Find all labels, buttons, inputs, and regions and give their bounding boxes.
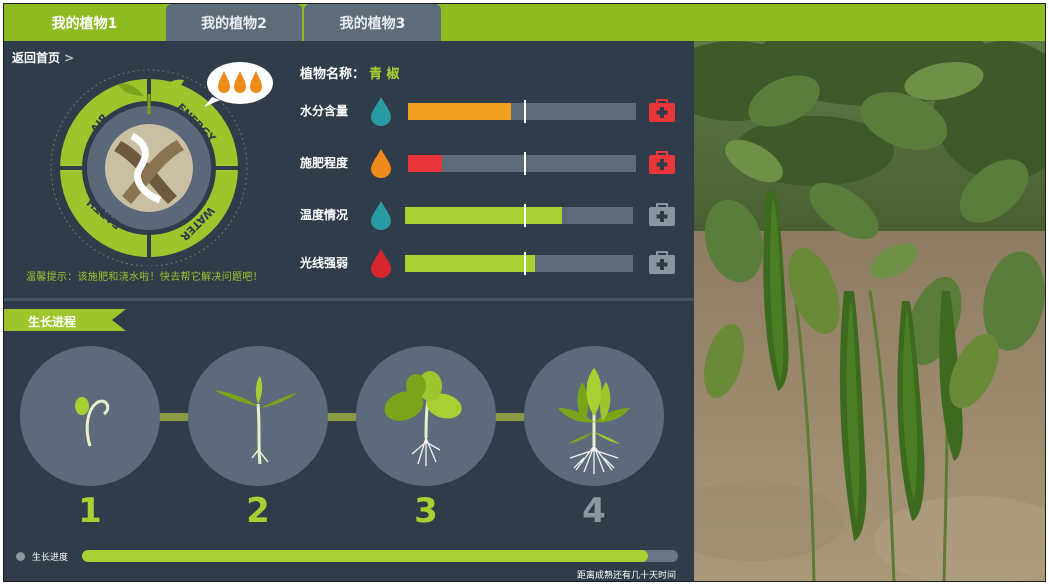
metric-row-fertilizer: 施肥程度 [300, 148, 680, 178]
growth-stage-1 [20, 346, 160, 486]
temperature-drop-icon [371, 201, 391, 230]
metric-bar-fill [408, 103, 511, 120]
metric-bar-fill [408, 155, 443, 172]
metric-label: 施肥程度 [300, 156, 349, 170]
stage-number-3: 3 [414, 491, 438, 531]
fertilizer-drop-icon [371, 149, 391, 178]
metric-bar-fill [405, 207, 563, 224]
tab-plant-1[interactable]: 我的植物1 [4, 4, 165, 41]
metric-threshold-marker [524, 100, 527, 123]
first-aid-kit-icon[interactable] [648, 99, 676, 123]
metric-threshold-marker [524, 152, 527, 175]
first-aid-kit-icon[interactable] [648, 251, 676, 275]
stage-number-2: 2 [246, 491, 270, 531]
metric-threshold-marker [523, 252, 526, 275]
metric-label: 水分含量 [300, 104, 349, 118]
mature-plant-icon [558, 368, 630, 474]
stage-connector [494, 413, 524, 421]
water-drops-bubble-icon [204, 62, 273, 107]
progress-label: 生长进度 [32, 553, 69, 563]
metric-row-water: 水分含量 [300, 96, 680, 126]
water-drop-icon [371, 97, 391, 126]
growth-stage-4 [524, 346, 664, 486]
plant-photo [694, 41, 1045, 581]
tab-plant-3[interactable]: 我的植物3 [304, 4, 441, 41]
metric-row-temperature: 温度情况 [300, 200, 680, 230]
growth-stage-2 [188, 346, 328, 486]
growth-stage-3 [356, 346, 496, 486]
metric-bar-fill [405, 255, 535, 272]
section-divider [4, 298, 694, 301]
stage-connector [158, 413, 188, 421]
alert-message: 温馨提示：该施肥和浇水啦！快去帮它解决问题吧！ [26, 272, 263, 283]
growth-progress-fill [82, 550, 649, 562]
progress-caption: 距离成熟还有几十天时间 [576, 571, 676, 581]
plant-name: 植物名称：青 椒 [300, 63, 400, 82]
pepper-plant-photo [694, 41, 1045, 581]
first-aid-kit-icon[interactable] [648, 203, 676, 227]
young-plant-icon [384, 371, 462, 466]
stage-number-4: 4 [582, 491, 606, 531]
growth-progress-bar [82, 550, 678, 562]
metric-bar [408, 152, 636, 175]
metric-bar [408, 100, 636, 123]
metric-bar [405, 204, 633, 227]
seedling-icon [214, 376, 298, 465]
plant-name-label: 植物名称： [300, 67, 366, 82]
metric-row-light: 光线强弱 [300, 248, 680, 278]
metric-bar [405, 252, 633, 275]
growth-section-title: 生长进程 [28, 315, 77, 329]
plant-name-value: 青 椒 [369, 67, 400, 82]
stage-connector [326, 413, 356, 421]
first-aid-kit-icon[interactable] [648, 151, 676, 175]
progress-dot-icon [16, 552, 25, 561]
plant-status-panel: 返回首页 > AIR ENERGY EARTH WATER 温馨提示：该施肥和浇… [4, 41, 694, 581]
sprout-icon [75, 397, 110, 447]
app-window: 我的植物1 我的植物2 我的植物3 返回首页 > AIR ENERGY EART… [3, 3, 1046, 582]
tab-bar: 我的植物1 我的植物2 我的植物3 [4, 4, 1045, 41]
metric-label: 温度情况 [300, 208, 349, 222]
metric-label: 光线强弱 [300, 256, 349, 270]
tab-plant-2[interactable]: 我的植物2 [166, 4, 302, 41]
metric-threshold-marker [523, 204, 526, 227]
light-drop-icon [371, 249, 391, 278]
stage-number-1: 1 [78, 491, 102, 531]
